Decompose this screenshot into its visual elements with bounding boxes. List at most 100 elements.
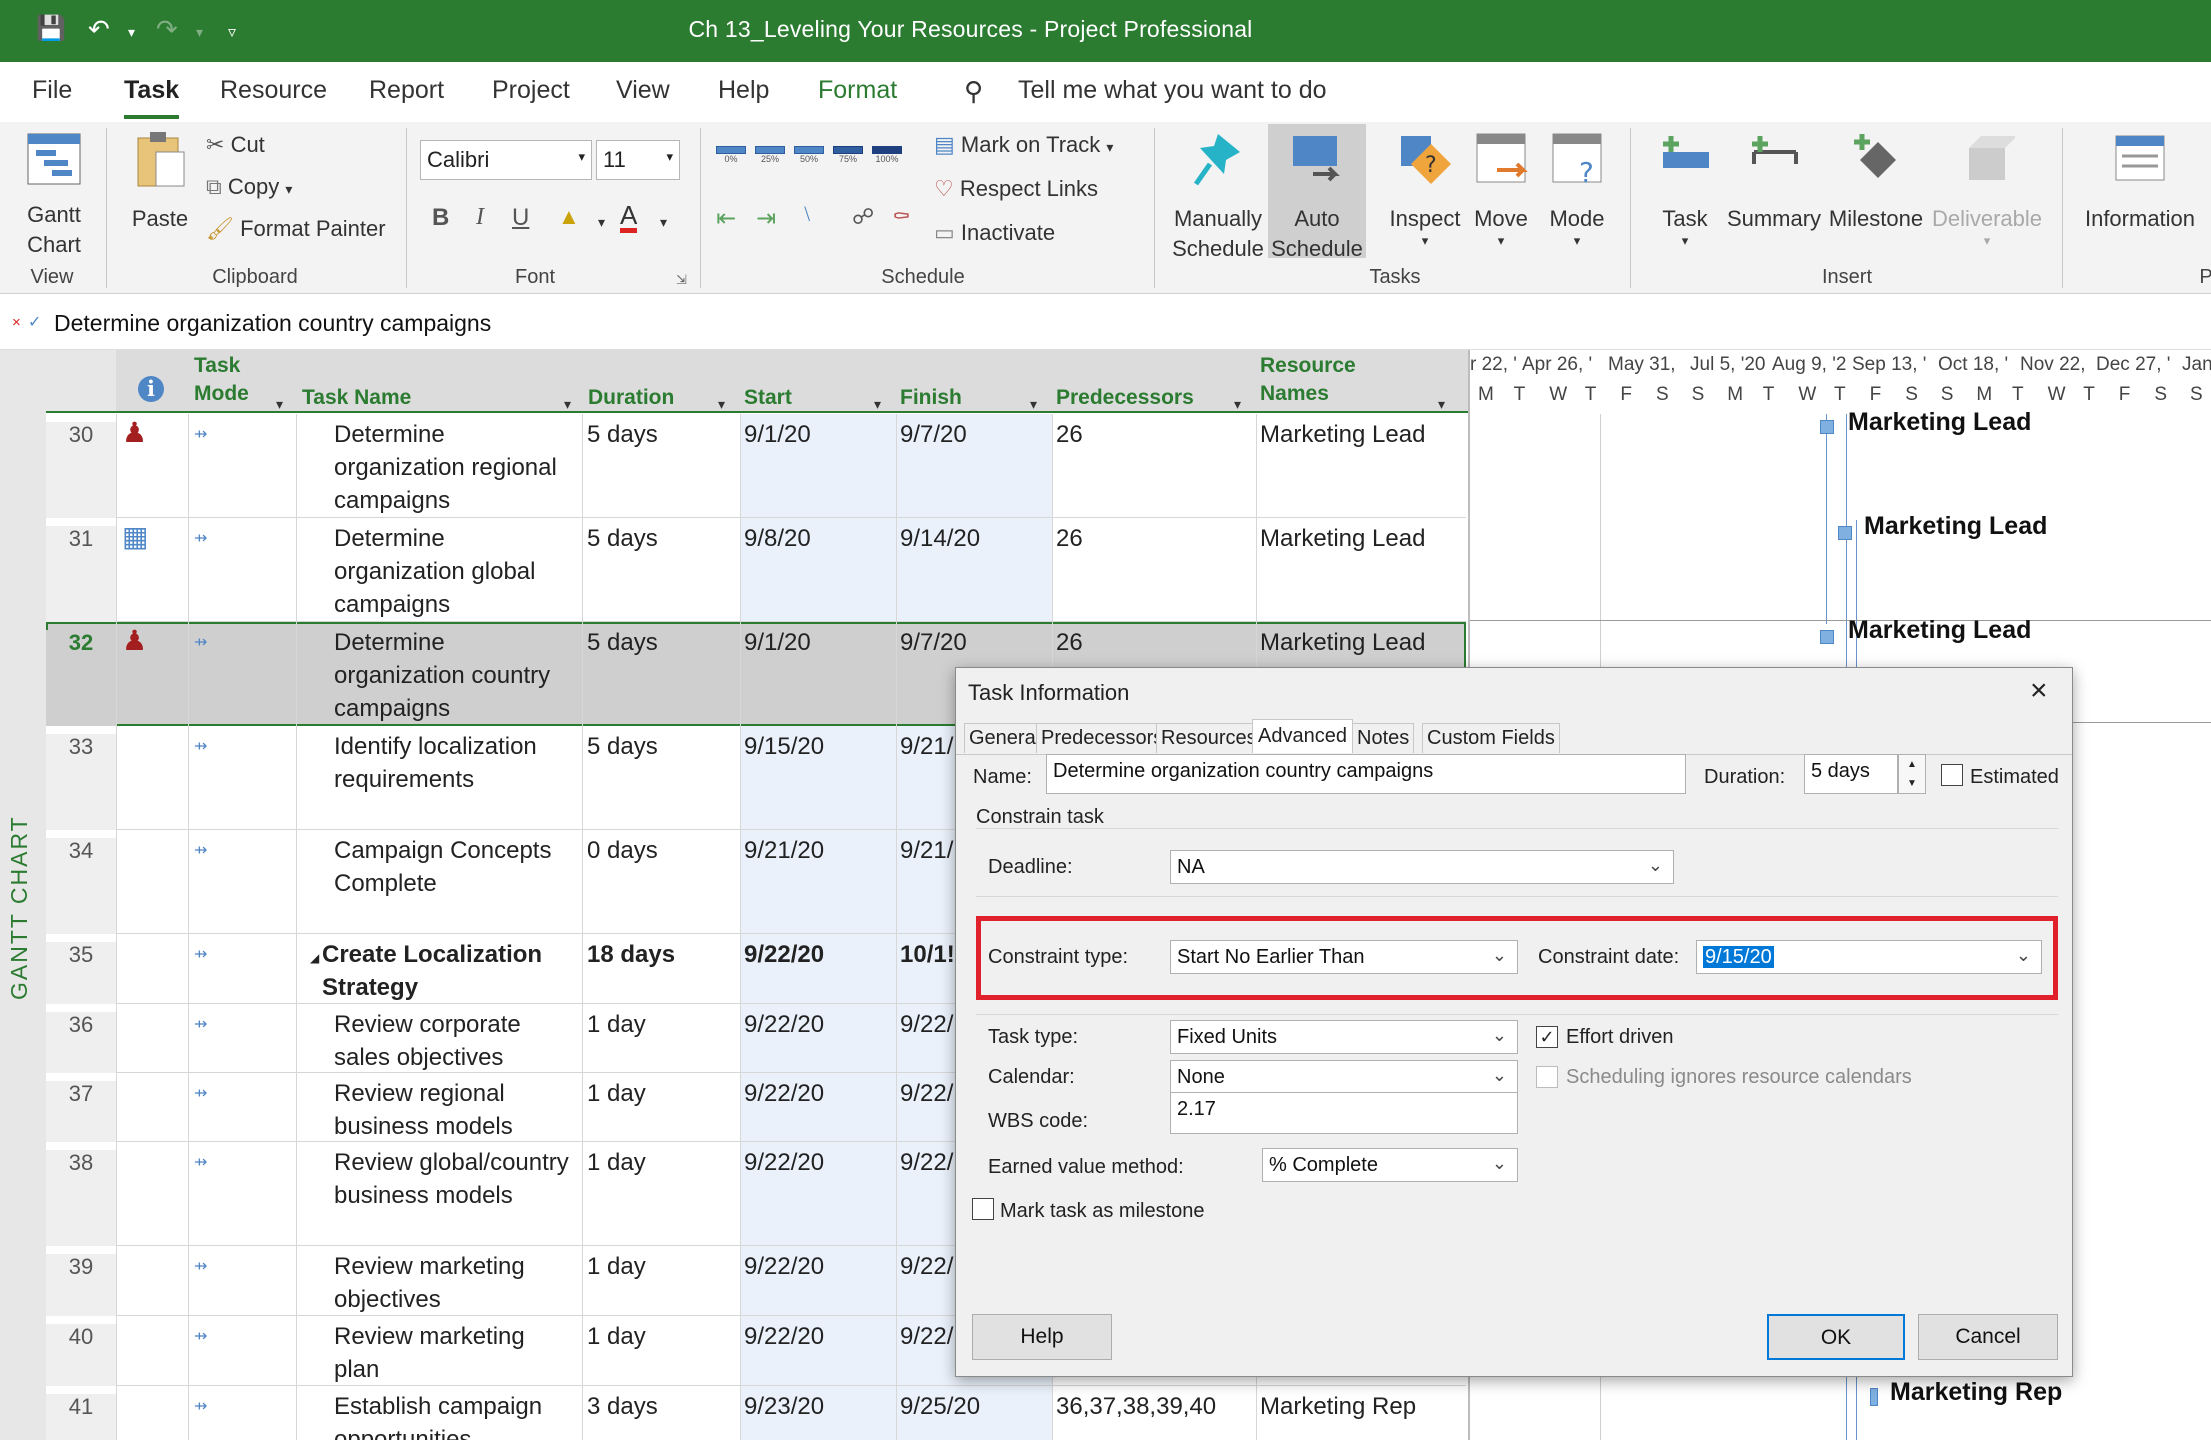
chevron-down-icon[interactable]: ▾: [660, 214, 667, 231]
pct-25-button[interactable]: 25%: [755, 146, 785, 164]
bold-button[interactable]: B: [432, 204, 449, 232]
unlink-tasks-icon[interactable]: ⚰: [892, 204, 911, 230]
cell-duration[interactable]: 5 days: [587, 626, 727, 659]
auto-schedule-button[interactable]: Auto Schedule: [1268, 124, 1366, 261]
cell-pred[interactable]: 36,37,38,39,40: [1056, 1390, 1256, 1423]
pct-50-button[interactable]: 50%: [794, 146, 824, 164]
wbs-code-field[interactable]: 2.17: [1170, 1092, 1518, 1134]
cell-finish[interactable]: 9/7/20: [900, 626, 1050, 659]
effort-driven-checkbox[interactable]: ✓: [1536, 1026, 1558, 1048]
cell-name[interactable]: Review corporate sales objectives: [334, 1008, 584, 1074]
filter-dropdown-icon[interactable]: ▾: [874, 396, 881, 413]
column-header-duration[interactable]: Duration: [588, 384, 674, 412]
outdent-icon[interactable]: ⇤: [716, 204, 736, 233]
resource-overallocated-icon[interactable]: ♟: [122, 416, 147, 449]
manually-schedule-button[interactable]: Manually Schedule: [1168, 130, 1268, 264]
duration-spinner[interactable]: ▲ ▼: [1898, 754, 1926, 794]
cell-start[interactable]: 9/22/20: [744, 1320, 894, 1353]
column-header-task-name[interactable]: Task Name: [302, 384, 411, 412]
constraint-calendar-icon[interactable]: ▦: [122, 520, 148, 553]
inactivate-button[interactable]: ▭ Inactivate: [934, 220, 1055, 246]
column-header-predecessors[interactable]: Predecessors: [1056, 384, 1194, 412]
mark-milestone-checkbox[interactable]: [972, 1198, 994, 1220]
gantt-bar[interactable]: [1820, 420, 1834, 434]
filter-dropdown-icon[interactable]: ▾: [276, 396, 283, 413]
row-number[interactable]: 41: [46, 1394, 116, 1440]
column-header-task-mode[interactable]: Task Mode: [194, 352, 249, 408]
earned-value-dropdown[interactable]: % Complete ⌄: [1262, 1148, 1518, 1182]
constraint-type-dropdown[interactable]: Start No Earlier Than ⌄: [1170, 940, 1518, 974]
gantt-bar[interactable]: [1870, 1388, 1878, 1406]
cell-start[interactable]: 9/21/20: [744, 834, 894, 867]
cell-res[interactable]: Marketing Rep: [1260, 1390, 1460, 1423]
tab-project[interactable]: Project: [492, 76, 570, 105]
cell-start[interactable]: 9/8/20: [744, 522, 894, 555]
cell-name[interactable]: Create Localization Strategy: [322, 938, 572, 1004]
highlight-color-icon[interactable]: ▲: [558, 204, 580, 230]
cell-duration[interactable]: 3 days: [587, 1390, 727, 1423]
row-number[interactable]: 39: [46, 1254, 116, 1316]
cell-start[interactable]: 9/1/20: [744, 418, 894, 451]
row-number[interactable]: 38: [46, 1150, 116, 1246]
row-number[interactable]: 40: [46, 1324, 116, 1386]
close-icon[interactable]: ×: [2030, 674, 2048, 708]
cell-name[interactable]: Review marketing plan: [334, 1320, 584, 1386]
cell-duration[interactable]: 5 days: [587, 730, 727, 763]
cell-name[interactable]: Campaign Concepts Complete: [334, 834, 584, 900]
row-number[interactable]: 33: [46, 734, 116, 830]
gantt-bar[interactable]: [1820, 630, 1834, 644]
row-number[interactable]: 37: [46, 1081, 116, 1142]
duration-field[interactable]: 5 days: [1804, 754, 1898, 794]
tab-advanced[interactable]: Advanced: [1252, 719, 1353, 753]
spin-down-icon[interactable]: ▼: [1899, 774, 1925, 793]
filter-dropdown-icon[interactable]: ▾: [718, 396, 725, 413]
row-number[interactable]: 36: [46, 1012, 116, 1073]
row-number[interactable]: 32: [46, 630, 116, 726]
cell-name[interactable]: Determine organization regional campaign…: [334, 418, 584, 517]
task-type-dropdown[interactable]: Fixed Units ⌄: [1170, 1020, 1518, 1054]
cell-name[interactable]: Identify localization requirements: [334, 730, 584, 796]
mode-button[interactable]: ? Mode ▾: [1542, 130, 1612, 248]
column-header-finish[interactable]: Finish: [900, 384, 962, 412]
tab-predecessors[interactable]: Predecessors: [1036, 723, 1169, 753]
scheduling-ignores-checkbox[interactable]: [1536, 1066, 1558, 1088]
cancel-entry-icon[interactable]: ×: [12, 314, 21, 331]
cell-name[interactable]: Determine organization global campaigns: [334, 522, 584, 621]
name-field[interactable]: Determine organization country campaigns: [1046, 754, 1686, 794]
cancel-button[interactable]: Cancel: [1918, 1314, 2058, 1360]
cell-name[interactable]: Review global/country business models: [334, 1146, 584, 1212]
insert-milestone-button[interactable]: Milestone: [1826, 130, 1926, 234]
ok-button[interactable]: OK: [1767, 1314, 1905, 1360]
tab-resource[interactable]: Resource: [220, 76, 327, 105]
cell-res[interactable]: Marketing Lead: [1260, 522, 1460, 555]
cell-pred[interactable]: 26: [1056, 418, 1256, 451]
row-number[interactable]: 31: [46, 526, 116, 622]
tab-custom-fields[interactable]: Custom Fields: [1422, 723, 1560, 753]
cell-start[interactable]: 9/15/20: [744, 730, 894, 763]
cell-pred[interactable]: 26: [1056, 522, 1256, 555]
search-icon[interactable]: ⚲: [964, 76, 983, 107]
cell-start[interactable]: 9/1/20: [744, 626, 894, 659]
pct-0-button[interactable]: 0%: [716, 146, 746, 164]
confirm-entry-icon[interactable]: ✓: [28, 312, 41, 332]
tab-task[interactable]: Task: [124, 76, 180, 119]
insert-deliverable-button[interactable]: Deliverable ▾: [1930, 130, 2044, 248]
cell-start[interactable]: 9/22/20: [744, 1146, 894, 1179]
cell-res[interactable]: Marketing Lead: [1260, 626, 1460, 659]
chevron-down-icon[interactable]: ▾: [598, 214, 605, 231]
cell-name[interactable]: Review marketing objectives: [334, 1250, 584, 1316]
tell-me-search[interactable]: Tell me what you want to do: [1018, 76, 1327, 105]
pct-75-button[interactable]: 75%: [833, 146, 863, 164]
row-number[interactable]: 35: [46, 942, 116, 1004]
font-size-select[interactable]: 11 ▾: [596, 140, 680, 180]
tab-help[interactable]: Help: [718, 76, 769, 105]
insert-task-button[interactable]: Task ▾: [1650, 130, 1720, 248]
cell-name[interactable]: Review regional business models: [334, 1077, 584, 1143]
respect-links-button[interactable]: ♡ Respect Links: [934, 176, 1098, 202]
move-button[interactable]: Move ▾: [1466, 130, 1536, 248]
column-header-resource-names[interactable]: Resource Names: [1260, 352, 1356, 408]
cell-duration[interactable]: 1 day: [587, 1320, 727, 1353]
mark-on-track-button[interactable]: ▤ Mark on Track ▾: [934, 132, 1113, 158]
cell-res[interactable]: Marketing Lead: [1260, 418, 1460, 451]
tab-report[interactable]: Report: [369, 76, 444, 105]
